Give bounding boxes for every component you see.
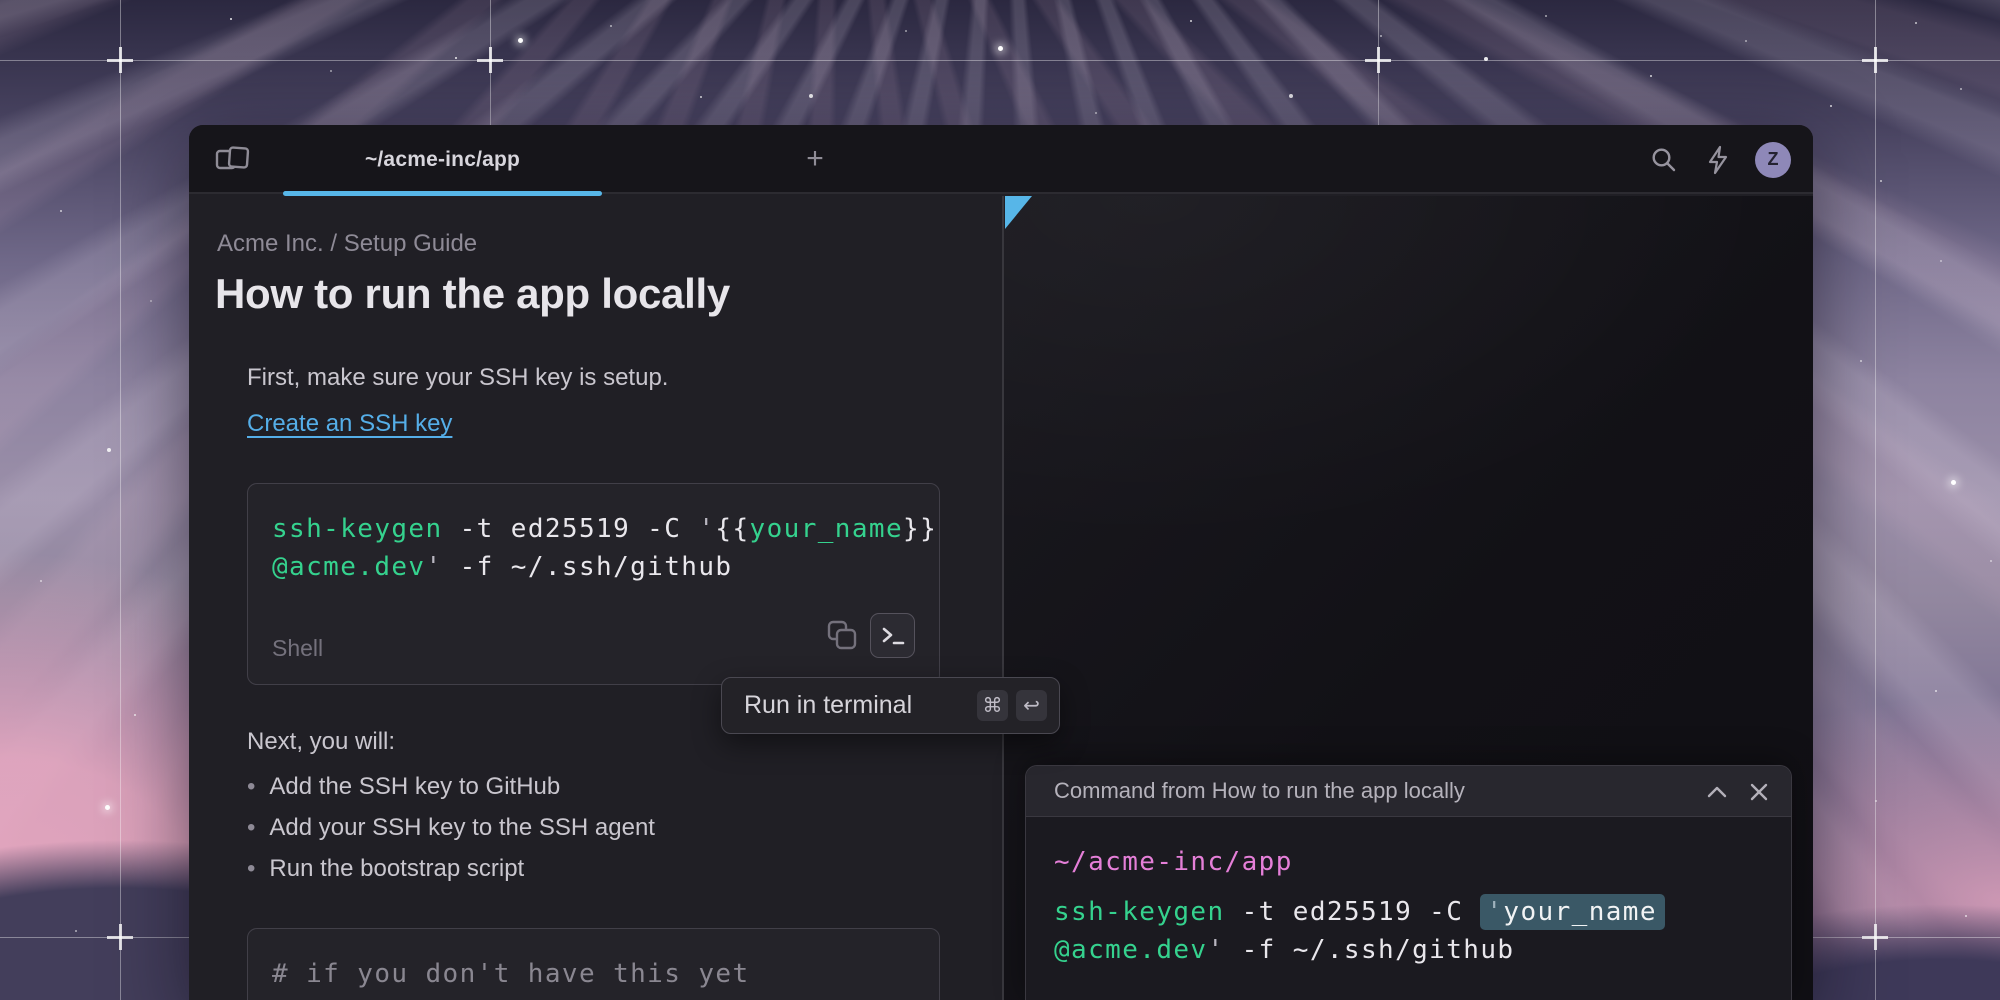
close-icon	[1750, 783, 1768, 801]
terminal-token: '	[1207, 935, 1224, 965]
grid-tick	[119, 924, 122, 950]
terminal-token: '	[1486, 897, 1503, 927]
pane-fold-indicator[interactable]	[1005, 196, 1032, 229]
terminal-pane: Command from How to run the app locally	[1004, 196, 1813, 1000]
create-ssh-key-link[interactable]: Create an SSH key	[247, 410, 452, 438]
intro-text: First, make sure your SSH key is setup.	[247, 364, 668, 392]
stars-decoration	[0, 0, 2, 2]
window-content: Acme Inc. / Setup Guide How to run the a…	[189, 196, 1813, 1000]
list-item-text: Add your SSH key to the SSH agent	[269, 814, 655, 842]
avatar-initial: Z	[1768, 149, 1779, 170]
breadcrumb: Acme Inc. / Setup Guide	[217, 230, 477, 258]
star-decoration	[518, 38, 523, 43]
avatar[interactable]: Z	[1755, 142, 1791, 178]
plus-icon: +	[806, 142, 824, 176]
list-item-text: Run the bootstrap script	[269, 855, 524, 883]
terminal-token: @acme.dev	[1054, 935, 1207, 965]
next-steps-heading: Next, you will:	[247, 728, 395, 756]
list-item: Run the bootstrap script	[247, 855, 524, 883]
terminal-token: ssh-keygen	[1054, 897, 1225, 927]
terminal-token: -t ed25519 -C	[1225, 897, 1481, 927]
code-language-label: Shell	[272, 635, 323, 662]
code-token: # if you don't have this yet	[272, 959, 750, 989]
star-decoration	[1951, 480, 1956, 485]
grid-line	[1875, 0, 1876, 1000]
code-token: {{	[715, 514, 749, 544]
terminal-token: -f ~/.ssh/github	[1225, 935, 1515, 965]
code-token: your_name	[750, 514, 903, 544]
tab-bar-actions: Z	[1647, 125, 1791, 194]
new-tab-button[interactable]: +	[794, 139, 836, 179]
terminal-token: your_name	[1503, 897, 1656, 927]
lightning-icon	[1705, 145, 1731, 175]
cmd-key-icon: ⌘	[977, 690, 1008, 721]
grid-tick	[1377, 47, 1380, 73]
copy-button[interactable]	[825, 618, 859, 652]
copy-icon	[825, 618, 859, 652]
code-text: # if you don't have this yet brew instal…	[272, 955, 750, 1000]
terminal-run-icon	[880, 624, 906, 648]
grid-line	[120, 0, 121, 1000]
code-text: ssh-keygen -t ed25519 -C '{{your_name}} …	[272, 510, 937, 586]
return-key-icon: ↩	[1016, 690, 1047, 721]
tab-label: ~/acme-inc/app	[365, 148, 520, 172]
grid-tick	[489, 47, 492, 73]
tooltip-label: Run in terminal	[744, 691, 969, 720]
search-icon	[1650, 146, 1678, 174]
terminal-cwd: ~/acme-inc/app	[1054, 843, 1791, 881]
star-decoration	[105, 805, 110, 810]
run-in-terminal-button[interactable]	[870, 613, 915, 658]
code-token: }}	[903, 514, 937, 544]
code-token: -t ed25519 -C	[443, 514, 699, 544]
terminal-panel-actions	[1703, 766, 1773, 817]
grid-tick	[1874, 924, 1877, 950]
app-window: ~/acme-inc/app +	[189, 125, 1813, 1000]
code-token: ssh-keygen	[272, 514, 443, 544]
code-block-bootstrap: # if you don't have this yet brew instal…	[247, 928, 940, 1000]
run-in-terminal-tooltip: Run in terminal ⌘ ↩	[721, 677, 1060, 734]
screen: ~/acme-inc/app +	[0, 0, 2000, 1000]
collapse-button[interactable]	[1703, 778, 1731, 806]
terminal-command-panel: Command from How to run the app locally	[1025, 765, 1792, 1000]
search-button[interactable]	[1647, 143, 1681, 177]
grid-tick	[119, 47, 122, 73]
close-button[interactable]	[1745, 778, 1773, 806]
terminal-command-line: ssh-keygen -t ed25519 -C 'your_name @acm…	[1054, 893, 1791, 969]
book-icon	[215, 144, 251, 174]
list-item: Add your SSH key to the SSH agent	[247, 814, 655, 842]
terminal-output[interactable]: ~/acme-inc/app ssh-keygen -t ed25519 -C '…	[1026, 817, 1791, 969]
star-decoration	[998, 46, 1003, 51]
terminal-highlighted-variable[interactable]: 'your_name	[1480, 894, 1665, 930]
list-item-text: Add the SSH key to GitHub	[269, 773, 560, 801]
list-item: Add the SSH key to GitHub	[247, 773, 560, 801]
grid-line	[0, 60, 2000, 61]
chevron-up-icon	[1707, 786, 1727, 798]
quick-actions-button[interactable]	[1701, 143, 1735, 177]
tab-bar: ~/acme-inc/app +	[189, 125, 1813, 194]
code-token: '	[698, 514, 715, 544]
notebook-button[interactable]	[211, 139, 255, 179]
code-block-ssh-keygen: ssh-keygen -t ed25519 -C '{{your_name}} …	[247, 483, 940, 685]
grid-tick	[1874, 47, 1877, 73]
terminal-panel-title: Command from How to run the app locally	[1054, 778, 1465, 804]
code-token: '	[425, 552, 442, 582]
page-title: How to run the app locally	[215, 270, 730, 318]
tab-acme-inc-app[interactable]: ~/acme-inc/app	[283, 125, 602, 194]
terminal-panel-header[interactable]: Command from How to run the app locally	[1026, 766, 1791, 817]
code-token: -f ~/.ssh/github	[443, 552, 733, 582]
code-token: @acme.dev	[272, 552, 425, 582]
document-pane: Acme Inc. / Setup Guide How to run the a…	[189, 196, 1002, 1000]
